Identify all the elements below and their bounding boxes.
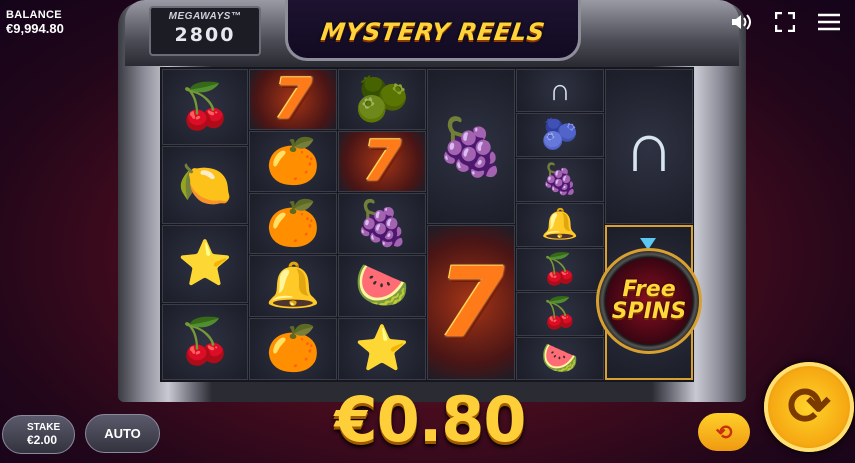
lemon-symbol: 🍋: [162, 146, 248, 224]
balance-display: BALANCE €9,994.80: [6, 8, 64, 36]
star-symbol: ⭐: [162, 225, 248, 303]
spin-button[interactable]: ⟳: [764, 362, 854, 452]
plum-symbol: 🫐: [338, 69, 426, 130]
speaker-icon[interactable]: [729, 10, 753, 34]
auto-button[interactable]: AUTO: [85, 414, 160, 453]
free-spins-line1: Free: [622, 277, 676, 302]
game-logo: MYSTERY REELS: [319, 18, 547, 46]
free-spins-symbol: Free SPINS: [596, 248, 702, 354]
orange-symbol: 🍊: [249, 131, 337, 192]
stake-label: STAKE: [27, 422, 61, 433]
spin-icon: ⟳: [787, 378, 831, 436]
cherry-symbol: 🍒: [162, 304, 248, 380]
grapes-symbol: 🍇: [516, 158, 604, 202]
turbo-button[interactable]: ⟲: [698, 413, 750, 451]
megaways-counter: MEGAWAYS™ 2800: [149, 6, 261, 56]
megaways-count: 2800: [174, 24, 236, 46]
balance-value: €9,994.80: [6, 21, 64, 36]
seven-symbol: 7: [338, 129, 426, 194]
free-spins-line2: SPINS: [611, 299, 687, 324]
orange-symbol: 🍊: [249, 193, 337, 254]
top-controls: [729, 10, 841, 34]
star-symbol: ⭐: [338, 318, 426, 380]
cherry-symbol: 🍒: [516, 248, 604, 291]
grapes-symbol: 🍇: [427, 69, 515, 224]
stake-button[interactable]: STAKE €2.00: [2, 415, 75, 454]
win-amount: €0.80: [334, 383, 526, 456]
seven-symbol: 7: [427, 225, 515, 380]
watermelon-symbol: 🍉: [516, 337, 604, 380]
cherry-symbol: 🍒: [162, 69, 248, 145]
bell-symbol: 🔔: [249, 255, 337, 317]
horseshoe-symbol: ∩: [516, 69, 604, 112]
megaways-label: MEGAWAYS™: [168, 11, 242, 22]
hamburger-menu-icon[interactable]: [817, 10, 841, 34]
cherry-symbol: 🍒: [516, 292, 604, 336]
orange-symbol: 🍊: [249, 318, 337, 380]
plum-symbol: 🫐: [516, 113, 604, 157]
turbo-icon: ⟲: [715, 421, 733, 444]
bell-symbol: 🔔: [516, 203, 604, 247]
grapes-symbol: 🍇: [338, 193, 426, 254]
watermelon-symbol: 🍉: [338, 255, 426, 317]
logo-plate: MYSTERY REELS: [285, 0, 581, 61]
fullscreen-icon[interactable]: [773, 10, 797, 34]
balance-label: BALANCE: [6, 9, 62, 21]
seven-symbol: 7: [249, 67, 337, 132]
horseshoe-symbol: ∩: [605, 69, 693, 224]
stake-value: €2.00: [27, 433, 58, 447]
